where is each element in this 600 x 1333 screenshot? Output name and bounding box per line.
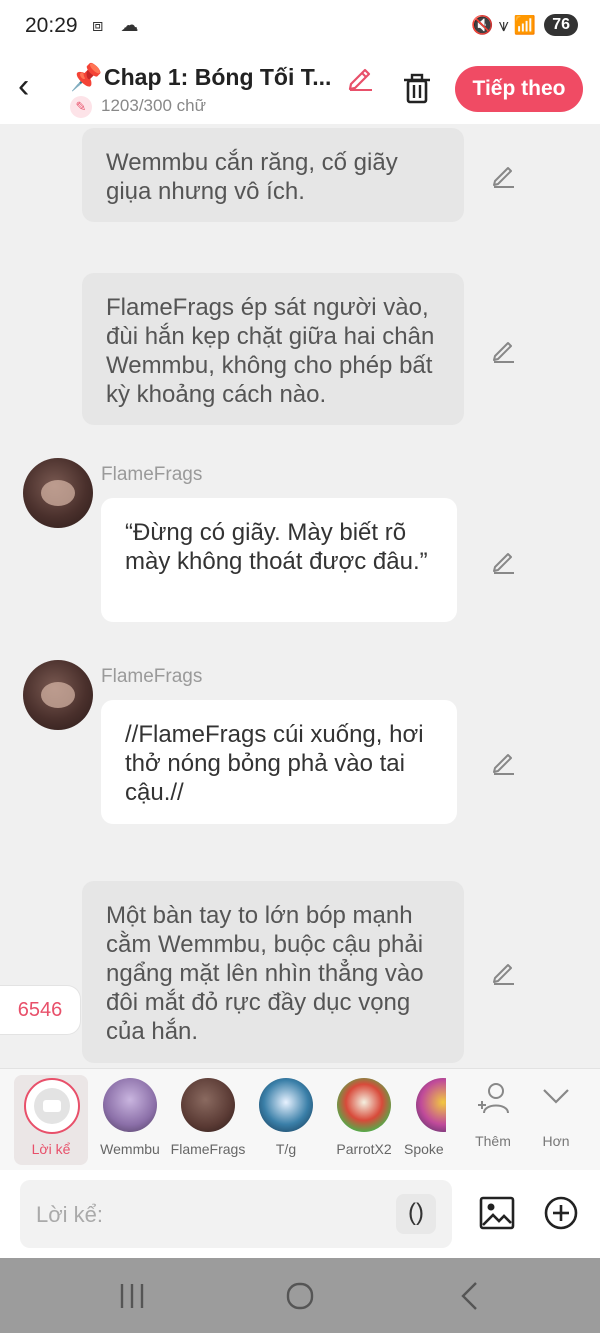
edit-message-icon[interactable]	[490, 958, 518, 986]
wemmbu-avatar	[103, 1078, 157, 1132]
parentheses-button[interactable]: ()	[396, 1194, 436, 1234]
character-wemmbu[interactable]: Wemmbu	[96, 1069, 164, 1171]
status-system-icons: 🔇 ⩛ 📶	[471, 14, 537, 35]
narration-bubble-2[interactable]: FlameFrags ép sát người vào, đùi hắn kẹp…	[82, 273, 464, 425]
flamefrags-avatar[interactable]	[23, 660, 93, 730]
trash-icon[interactable]	[400, 70, 434, 106]
tg-avatar	[259, 1078, 313, 1132]
character-name: FlameFrags	[101, 464, 203, 485]
character-tg[interactable]: T/g	[252, 1069, 320, 1171]
status-right-icons: 🔇 ⩛ 📶 76	[471, 14, 578, 36]
character-flamefrags[interactable]: FlameFrags	[170, 1069, 246, 1171]
add-character-button[interactable]: Thêm	[463, 1069, 523, 1171]
narration-icon	[24, 1078, 80, 1134]
message-input[interactable]: Lời kể: ()	[20, 1180, 452, 1248]
battery-icon: 76	[544, 14, 578, 36]
edit-title-icon[interactable]	[345, 62, 375, 92]
pin-icon: 📌	[70, 62, 103, 92]
narration-bubble-1[interactable]: Wemmbu cắn răng, cố giãy giụa nhưng vô í…	[82, 128, 464, 222]
back-icon[interactable]: ‹	[18, 68, 52, 108]
input-placeholder: Lời kể:	[36, 1202, 104, 1227]
next-button[interactable]: Tiếp theo	[455, 66, 583, 112]
add-icon[interactable]	[542, 1194, 580, 1232]
image-icon[interactable]	[478, 1194, 516, 1232]
edit-message-icon[interactable]	[490, 547, 518, 575]
flamefrags-avatar[interactable]	[23, 458, 93, 528]
edit-message-icon[interactable]	[490, 336, 518, 364]
character-name: FlameFrags	[101, 666, 203, 687]
parrotx2-avatar	[337, 1078, 391, 1132]
chevron-down-icon	[543, 1089, 569, 1104]
more-label: Hơn	[542, 1133, 570, 1149]
status-time: 20:29	[25, 14, 78, 37]
character-bubble-2[interactable]: //FlameFrags cúi xuống, hơi thở nóng bỏn…	[101, 700, 457, 824]
word-count-pencil-icon: ✎	[70, 96, 92, 118]
character-parrotx2[interactable]: ParrotX2	[330, 1069, 398, 1171]
character-bubble-1[interactable]: “Đừng có giãy. Mày biết rõ mày không tho…	[101, 498, 457, 622]
narrator-label: Lời kể	[31, 1141, 71, 1157]
character-spoke[interactable]: Spoke	[404, 1069, 446, 1171]
back-nav-icon[interactable]	[450, 1278, 490, 1314]
edit-message-icon[interactable]	[490, 748, 518, 776]
edit-message-icon[interactable]	[490, 161, 518, 189]
system-nav-bar	[0, 1258, 600, 1333]
add-person-icon	[478, 1083, 509, 1114]
message-counter-badge[interactable]: 6546	[0, 985, 81, 1035]
more-characters-button[interactable]: Hơn	[526, 1069, 586, 1171]
add-label: Thêm	[475, 1133, 511, 1149]
status-notification-icons: ⧈ ☁	[92, 15, 145, 35]
flamefrags-avatar	[181, 1078, 235, 1132]
chapter-title[interactable]: Chap 1: Bóng Tối T...	[104, 64, 331, 91]
home-icon[interactable]	[280, 1278, 320, 1314]
character-label: ParrotX2	[336, 1141, 392, 1157]
spoke-avatar	[416, 1078, 446, 1132]
character-label: T/g	[275, 1141, 297, 1157]
status-bar: 20:29 ⧈ ☁ 🔇 ⩛ 📶 76	[0, 0, 600, 56]
character-label: Wemmbu	[100, 1141, 160, 1157]
editor-header: ‹ 📌 Chap 1: Bóng Tối T... ✎ 1203/300 chữ…	[0, 56, 600, 124]
character-label: Spoke	[404, 1141, 444, 1157]
narrator-selector[interactable]: Lời kể	[14, 1075, 88, 1165]
narration-bubble-3[interactable]: Một bàn tay to lớn bóp mạnh cằm Wemmbu, …	[82, 881, 464, 1063]
recent-apps-icon[interactable]	[112, 1278, 152, 1314]
word-count: 1203/300 chữ	[101, 96, 206, 115]
character-label: FlameFrags	[170, 1141, 246, 1157]
input-bar: Lời kể: ()	[0, 1170, 600, 1258]
chat-area[interactable]: Wemmbu cắn răng, cố giãy giụa nhưng vô í…	[0, 124, 600, 1068]
character-selector-bar: Lời kể Wemmbu FlameFrags T/g ParrotX2 Sp…	[0, 1068, 600, 1171]
